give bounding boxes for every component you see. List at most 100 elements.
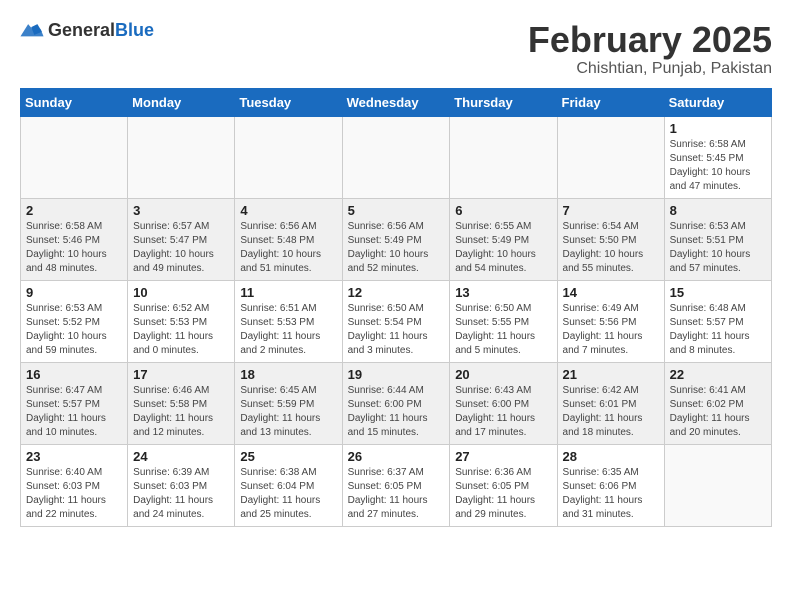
weekday-header-tuesday: Tuesday	[235, 88, 342, 116]
logo-text: GeneralBlue	[48, 20, 154, 41]
logo-general: General	[48, 20, 115, 40]
calendar-cell: 28 Sunrise: 6:35 AM Sunset: 6:06 PM Dayli…	[557, 444, 664, 526]
day-info: Sunrise: 6:53 AM Sunset: 5:52 PM Dayligh…	[26, 302, 122, 358]
calendar-cell: 19 Sunrise: 6:44 AM Sunset: 6:00 PM Dayli…	[342, 362, 450, 444]
month-title: February 2025	[528, 20, 772, 60]
calendar-cell: 26 Sunrise: 6:37 AM Sunset: 6:05 PM Dayli…	[342, 444, 450, 526]
calendar-cell: 27 Sunrise: 6:36 AM Sunset: 6:05 PM Dayli…	[450, 444, 557, 526]
calendar-cell: 10 Sunrise: 6:52 AM Sunset: 5:53 PM Dayli…	[128, 280, 235, 362]
day-number: 13	[455, 285, 551, 300]
day-info: Sunrise: 6:57 AM Sunset: 5:47 PM Dayligh…	[133, 220, 229, 276]
calendar-cell: 16Sunrise: 6:47 AM Sunset: 5:57 PM Dayli…	[21, 362, 128, 444]
calendar-cell: 4 Sunrise: 6:56 AM Sunset: 5:48 PM Daylig…	[235, 198, 342, 280]
calendar-week-row: 1 Sunrise: 6:58 AM Sunset: 5:45 PM Daylig…	[21, 116, 772, 198]
calendar-cell	[664, 444, 771, 526]
day-number: 5	[348, 203, 445, 218]
calendar-cell	[21, 116, 128, 198]
calendar-cell: 12 Sunrise: 6:50 AM Sunset: 5:54 PM Dayli…	[342, 280, 450, 362]
weekday-header-row: SundayMondayTuesdayWednesdayThursdayFrid…	[21, 88, 772, 116]
day-number: 21	[563, 367, 659, 382]
day-info: Sunrise: 6:52 AM Sunset: 5:53 PM Dayligh…	[133, 302, 229, 358]
logo: GeneralBlue	[20, 20, 154, 41]
day-number: 6	[455, 203, 551, 218]
day-number: 28	[563, 449, 659, 464]
day-number: 9	[26, 285, 122, 300]
day-info: Sunrise: 6:55 AM Sunset: 5:49 PM Dayligh…	[455, 220, 551, 276]
calendar-cell: 5 Sunrise: 6:56 AM Sunset: 5:49 PM Daylig…	[342, 198, 450, 280]
calendar-cell	[235, 116, 342, 198]
day-info: Sunrise: 6:49 AM Sunset: 5:56 PM Dayligh…	[563, 302, 659, 358]
calendar-cell: 23 Sunrise: 6:40 AM Sunset: 6:03 PM Dayli…	[21, 444, 128, 526]
day-number: 4	[240, 203, 336, 218]
page-header: GeneralBlue February 2025 Chishtian, Pun…	[20, 20, 772, 78]
calendar-cell: 13Sunrise: 6:50 AM Sunset: 5:55 PM Dayli…	[450, 280, 557, 362]
day-number: 1	[670, 121, 766, 136]
day-info: Sunrise: 6:56 AM Sunset: 5:48 PM Dayligh…	[240, 220, 336, 276]
calendar-week-row: 23 Sunrise: 6:40 AM Sunset: 6:03 PM Dayli…	[21, 444, 772, 526]
calendar-cell: 7Sunrise: 6:54 AM Sunset: 5:50 PM Daylig…	[557, 198, 664, 280]
day-info: Sunrise: 6:47 AM Sunset: 5:57 PM Dayligh…	[26, 384, 122, 440]
day-number: 19	[348, 367, 445, 382]
day-info: Sunrise: 6:51 AM Sunset: 5:53 PM Dayligh…	[240, 302, 336, 358]
day-info: Sunrise: 6:36 AM Sunset: 6:05 PM Dayligh…	[455, 466, 551, 522]
calendar-cell	[557, 116, 664, 198]
calendar-cell: 24 Sunrise: 6:39 AM Sunset: 6:03 PM Dayli…	[128, 444, 235, 526]
weekday-header-saturday: Saturday	[664, 88, 771, 116]
day-number: 25	[240, 449, 336, 464]
day-number: 15	[670, 285, 766, 300]
day-number: 17	[133, 367, 229, 382]
day-number: 14	[563, 285, 659, 300]
day-number: 3	[133, 203, 229, 218]
calendar-cell	[128, 116, 235, 198]
day-number: 10	[133, 285, 229, 300]
weekday-header-sunday: Sunday	[21, 88, 128, 116]
day-info: Sunrise: 6:50 AM Sunset: 5:54 PM Dayligh…	[348, 302, 445, 358]
weekday-header-friday: Friday	[557, 88, 664, 116]
day-info: Sunrise: 6:53 AM Sunset: 5:51 PM Dayligh…	[670, 220, 766, 276]
weekday-header-thursday: Thursday	[450, 88, 557, 116]
day-number: 27	[455, 449, 551, 464]
day-info: Sunrise: 6:37 AM Sunset: 6:05 PM Dayligh…	[348, 466, 445, 522]
logo-icon	[20, 21, 44, 41]
day-number: 26	[348, 449, 445, 464]
day-info: Sunrise: 6:43 AM Sunset: 6:00 PM Dayligh…	[455, 384, 551, 440]
calendar-cell: 6 Sunrise: 6:55 AM Sunset: 5:49 PM Daylig…	[450, 198, 557, 280]
calendar-week-row: 9 Sunrise: 6:53 AM Sunset: 5:52 PM Daylig…	[21, 280, 772, 362]
calendar-table: SundayMondayTuesdayWednesdayThursdayFrid…	[20, 88, 772, 527]
day-info: Sunrise: 6:58 AM Sunset: 5:46 PM Dayligh…	[26, 220, 122, 276]
location-title: Chishtian, Punjab, Pakistan	[528, 60, 772, 78]
calendar-cell: 8 Sunrise: 6:53 AM Sunset: 5:51 PM Daylig…	[664, 198, 771, 280]
calendar-cell	[450, 116, 557, 198]
calendar-cell: 3 Sunrise: 6:57 AM Sunset: 5:47 PM Daylig…	[128, 198, 235, 280]
day-number: 24	[133, 449, 229, 464]
day-info: Sunrise: 6:42 AM Sunset: 6:01 PM Dayligh…	[563, 384, 659, 440]
day-info: Sunrise: 6:39 AM Sunset: 6:03 PM Dayligh…	[133, 466, 229, 522]
day-info: Sunrise: 6:54 AM Sunset: 5:50 PM Dayligh…	[563, 220, 659, 276]
calendar-cell: 25Sunrise: 6:38 AM Sunset: 6:04 PM Dayli…	[235, 444, 342, 526]
calendar-cell: 21 Sunrise: 6:42 AM Sunset: 6:01 PM Dayli…	[557, 362, 664, 444]
day-number: 18	[240, 367, 336, 382]
day-number: 22	[670, 367, 766, 382]
day-info: Sunrise: 6:41 AM Sunset: 6:02 PM Dayligh…	[670, 384, 766, 440]
calendar-cell: 18 Sunrise: 6:45 AM Sunset: 5:59 PM Dayli…	[235, 362, 342, 444]
weekday-header-wednesday: Wednesday	[342, 88, 450, 116]
calendar-cell: 9 Sunrise: 6:53 AM Sunset: 5:52 PM Daylig…	[21, 280, 128, 362]
day-info: Sunrise: 6:58 AM Sunset: 5:45 PM Dayligh…	[670, 138, 766, 194]
calendar-cell	[342, 116, 450, 198]
day-info: Sunrise: 6:56 AM Sunset: 5:49 PM Dayligh…	[348, 220, 445, 276]
day-number: 12	[348, 285, 445, 300]
logo-blue: Blue	[115, 20, 154, 40]
calendar-cell: 20 Sunrise: 6:43 AM Sunset: 6:00 PM Dayli…	[450, 362, 557, 444]
calendar-cell: 2Sunrise: 6:58 AM Sunset: 5:46 PM Daylig…	[21, 198, 128, 280]
day-number: 8	[670, 203, 766, 218]
calendar-cell: 11Sunrise: 6:51 AM Sunset: 5:53 PM Dayli…	[235, 280, 342, 362]
weekday-header-monday: Monday	[128, 88, 235, 116]
day-info: Sunrise: 6:45 AM Sunset: 5:59 PM Dayligh…	[240, 384, 336, 440]
day-number: 23	[26, 449, 122, 464]
day-info: Sunrise: 6:35 AM Sunset: 6:06 PM Dayligh…	[563, 466, 659, 522]
day-info: Sunrise: 6:40 AM Sunset: 6:03 PM Dayligh…	[26, 466, 122, 522]
calendar-week-row: 2Sunrise: 6:58 AM Sunset: 5:46 PM Daylig…	[21, 198, 772, 280]
calendar-cell: 22 Sunrise: 6:41 AM Sunset: 6:02 PM Dayli…	[664, 362, 771, 444]
day-info: Sunrise: 6:44 AM Sunset: 6:00 PM Dayligh…	[348, 384, 445, 440]
day-number: 20	[455, 367, 551, 382]
